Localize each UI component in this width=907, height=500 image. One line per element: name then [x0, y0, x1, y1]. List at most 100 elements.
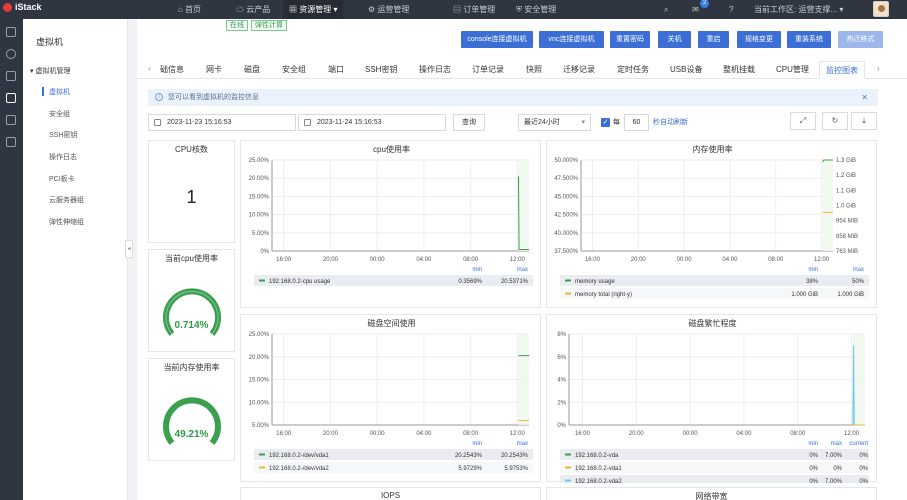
- sidebar-item-autoscaling[interactable]: 弹性伸缩组: [49, 217, 84, 227]
- legend-series-name: 192.168.0.2-vda: [575, 453, 619, 459]
- tab-monitoring[interactable]: 监控图表: [819, 61, 865, 79]
- sidebar-group-vm[interactable]: ▾ 虚拟机管理: [30, 66, 70, 76]
- network-bandwidth-panel: 网络带宽: [546, 487, 877, 500]
- tab-order-record[interactable]: 订单记录: [472, 61, 504, 79]
- flag-icon[interactable]: [6, 27, 16, 37]
- legend-header: max: [853, 267, 864, 273]
- tab-cpu-management[interactable]: CPU管理: [776, 61, 809, 79]
- auto-refresh-checkbox[interactable]: ✓: [601, 118, 610, 127]
- info-banner: i 您可以看到虚拟机的监控信息 ✕: [148, 89, 878, 106]
- query-button[interactable]: 查询: [453, 114, 485, 131]
- tab-disk[interactable]: 磁盘: [244, 61, 260, 79]
- sidebar-item-vm[interactable]: 虚拟机: [49, 87, 70, 97]
- end-time-input[interactable]: 2023-11-24 15:16:53: [298, 114, 446, 131]
- sidebar-item-operation-log[interactable]: 操作日志: [49, 152, 77, 162]
- x-tick-label: 20:00: [323, 257, 339, 263]
- server-icon[interactable]: [6, 93, 16, 103]
- cpu-gauge-panel: 当前cpu使用率 0.714%: [148, 249, 235, 352]
- console-connect-button[interactable]: console连接虚拟机: [461, 31, 533, 48]
- x-tick-label: 20:00: [629, 431, 645, 437]
- sidebar-menu: 虚拟机 ▾ 虚拟机管理 虚拟机 安全组 SSH密钥 操作日志 PCI板卡 云服务…: [23, 19, 128, 500]
- tab-operation-log[interactable]: 操作日志: [419, 61, 451, 79]
- tab-ssh-key[interactable]: SSH密钥: [365, 61, 397, 79]
- tab-migration-record[interactable]: 迁移记录: [563, 61, 595, 79]
- disk-icon[interactable]: [6, 137, 16, 147]
- tab-security-group[interactable]: 安全组: [282, 61, 306, 79]
- y-tick-label: 40.000%: [554, 231, 578, 237]
- fullscreen-icon[interactable]: ⤢: [790, 112, 816, 130]
- close-icon[interactable]: ✕: [861, 89, 868, 106]
- tab-scheduled-tasks[interactable]: 定时任务: [617, 61, 649, 79]
- legend-value: 7.00%: [825, 453, 843, 459]
- database-icon[interactable]: [6, 71, 16, 81]
- notification-badge: 2: [700, 0, 710, 8]
- tab-basic-info[interactable]: 础信息: [160, 61, 184, 79]
- sidebar-item-security-group[interactable]: 安全组: [49, 109, 70, 119]
- tabs-prev-icon[interactable]: ‹: [148, 64, 151, 73]
- sidebar-item-pci[interactable]: PCI板卡: [49, 174, 75, 184]
- legend-value: 0%: [859, 479, 868, 483]
- storage-icon[interactable]: [6, 115, 16, 125]
- y-tick-label: 5.00%: [252, 423, 270, 429]
- nav-resource-management[interactable]: ▦ 资源管理 ▾: [283, 0, 344, 19]
- legend-header: min: [808, 441, 818, 447]
- shutdown-button[interactable]: 关机: [658, 31, 691, 48]
- refresh-interval-input[interactable]: 60: [624, 114, 649, 131]
- workspace-selector[interactable]: 当前工作区: 运营支撑... ▾: [748, 0, 849, 19]
- y2-tick-label: 1.2 GiB: [836, 173, 856, 179]
- tab-nic[interactable]: 网卡: [206, 61, 222, 79]
- y2-tick-label: 1.0 GiB: [836, 204, 856, 210]
- x-tick-label: 04:00: [736, 431, 752, 437]
- chart-title: 磁盘繁忙程度: [689, 318, 737, 328]
- x-tick-label: 04:00: [416, 257, 432, 263]
- x-tick-label: 16:00: [276, 431, 292, 437]
- legend-series-name: memory total (right-y): [575, 292, 632, 298]
- data-window-shade: [852, 334, 865, 425]
- sidebar-item-server-group[interactable]: 云服务器组: [49, 195, 84, 205]
- reinstall-button[interactable]: 重装系统: [787, 31, 831, 48]
- x-tick-label: 08:00: [463, 257, 479, 263]
- x-tick-label: 12:00: [814, 257, 830, 263]
- status-tag-online: 在线: [226, 20, 248, 31]
- x-tick-label: 12:00: [844, 431, 860, 437]
- legend-header: max: [517, 441, 528, 447]
- avatar[interactable]: [873, 1, 889, 17]
- vnc-connect-button[interactable]: vnc连接虚拟机: [539, 31, 604, 48]
- nav-cloud-products[interactable]: ☁ 云产品: [230, 0, 276, 19]
- memory-gauge-title: 当前内存使用率: [163, 363, 220, 372]
- reset-password-button[interactable]: 重置密码: [610, 31, 650, 48]
- globe-icon[interactable]: [6, 49, 16, 59]
- legend-header: max: [517, 267, 528, 273]
- search-icon[interactable]: ⌕: [658, 0, 674, 19]
- nav-security[interactable]: ⛨ 安全管理: [510, 0, 562, 19]
- tab-snapshot[interactable]: 快照: [526, 61, 542, 79]
- x-tick-label: 12:00: [510, 257, 526, 263]
- nav-orders[interactable]: ▤ 订单管理: [447, 0, 501, 19]
- y-tick-label: 20.00%: [249, 355, 270, 361]
- app-logo[interactable]: iStack: [3, 2, 42, 12]
- help-icon[interactable]: ?: [723, 0, 739, 19]
- live-migrate-button[interactable]: 热迁移式: [838, 31, 883, 48]
- sidebar-collapse-button[interactable]: ◂: [125, 240, 133, 258]
- resize-button[interactable]: 规格变更: [737, 31, 781, 48]
- refresh-icon[interactable]: ↻: [822, 112, 848, 130]
- download-icon[interactable]: ⤓: [851, 112, 877, 130]
- time-range-select[interactable]: 最近24小时: [518, 114, 591, 131]
- start-time-input[interactable]: 2023-11-23 15:16:53: [148, 114, 296, 131]
- data-window-shade: [518, 334, 529, 425]
- nav-home[interactable]: ⌂ 首页: [172, 0, 207, 19]
- y-tick-label: 45.000%: [554, 194, 578, 200]
- tab-machine-mount[interactable]: 整机挂载: [723, 61, 755, 79]
- legend-value: 7.00%: [825, 479, 843, 483]
- tab-usb-device[interactable]: USB设备: [670, 61, 702, 79]
- reboot-button[interactable]: 重启: [698, 31, 729, 48]
- detail-tabs: ‹ 础信息 网卡 磁盘 安全组 端口 SSH密钥 操作日志 订单记录 快照 迁移…: [137, 61, 907, 79]
- y-tick-label: 10.00%: [249, 213, 270, 219]
- nav-operations[interactable]: ⚙ 运营管理: [362, 0, 415, 19]
- cpu-gauge: [163, 288, 221, 336]
- memory-usage-chart-panel: 内存使用率 50.000% 47.500% 45.000% 42.500% 40.000%…: [546, 140, 877, 308]
- tabs-next-icon[interactable]: ›: [877, 64, 880, 73]
- sidebar-item-ssh-key[interactable]: SSH密钥: [49, 130, 77, 140]
- x-tick-label: 20:00: [323, 431, 339, 437]
- tab-port[interactable]: 端口: [328, 61, 344, 79]
